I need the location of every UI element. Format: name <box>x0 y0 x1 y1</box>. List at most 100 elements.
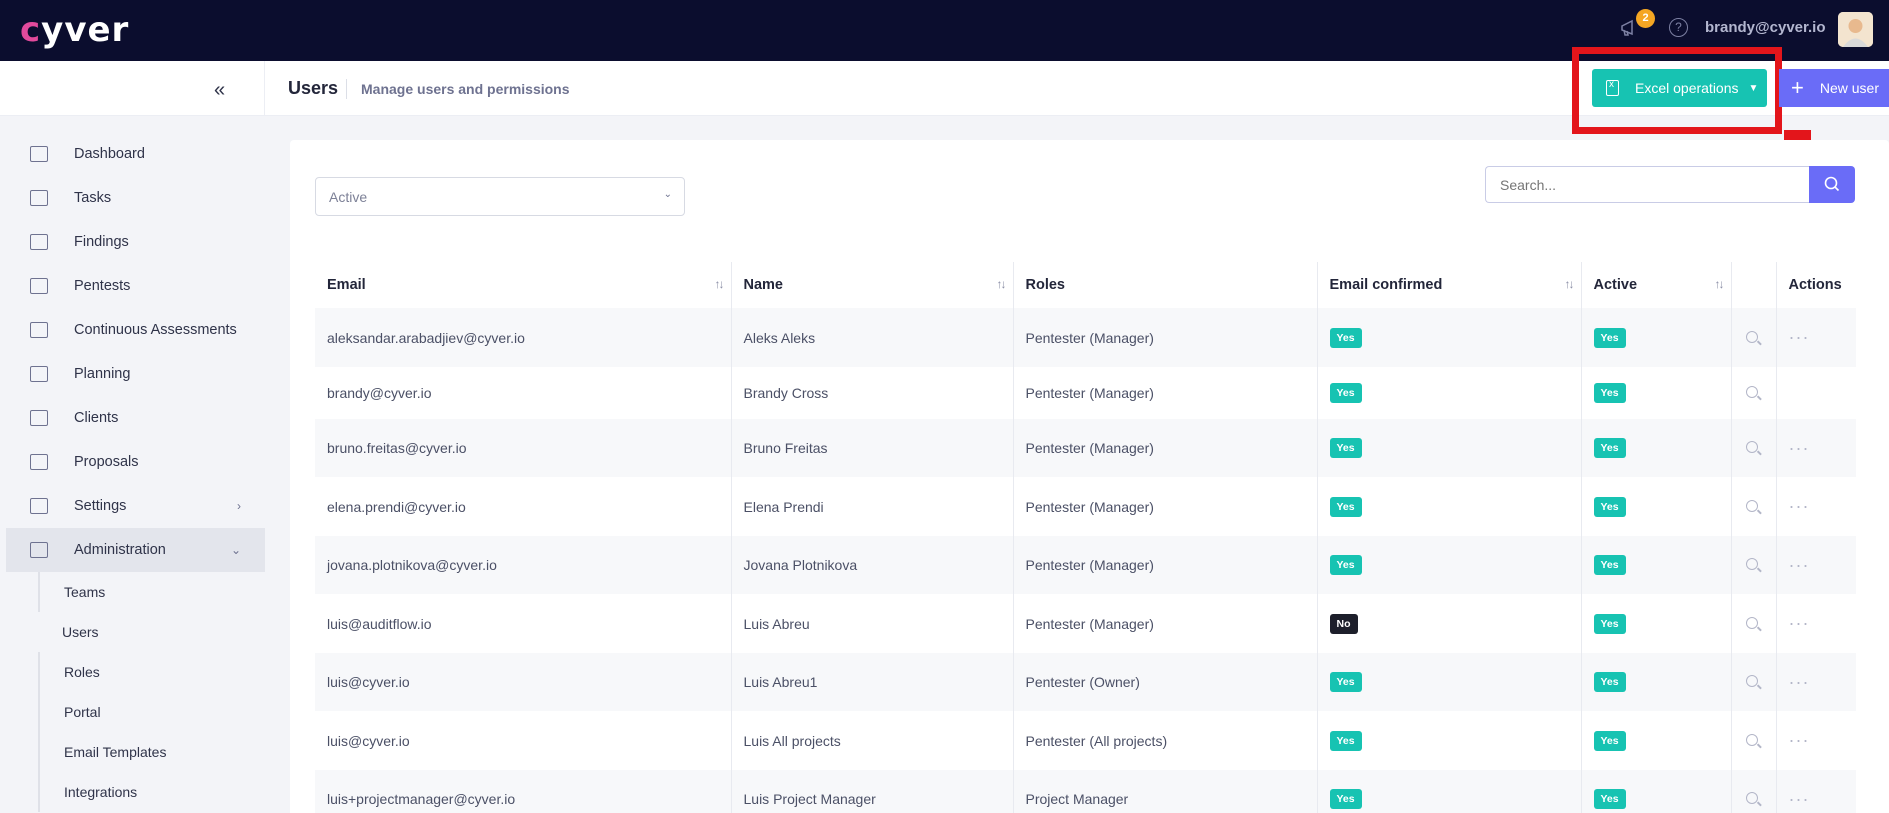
sort-icon[interactable]: ↑↓ <box>1565 277 1575 291</box>
cell-email-confirmed: Yes <box>1317 711 1582 770</box>
cell-name: Luis Abreu <box>731 594 1014 653</box>
more-actions-icon[interactable]: ··· <box>1789 730 1810 750</box>
column-header-name[interactable]: Name ↑↓ <box>731 262 1014 308</box>
cell-actions: ··· <box>1776 536 1856 594</box>
more-actions-icon[interactable]: ··· <box>1789 327 1810 347</box>
column-header-email-confirmed[interactable]: Email confirmed ↑↓ <box>1317 262 1582 308</box>
cell-view <box>1731 419 1777 477</box>
cell-email-confirmed: No <box>1317 594 1582 653</box>
dashboard-icon <box>30 146 48 162</box>
cell-email-confirmed: Yes <box>1317 419 1582 477</box>
cell-email: luis@cyver.io <box>315 711 732 770</box>
status-filter-select[interactable]: Active ⌄ <box>315 177 685 216</box>
sort-icon[interactable]: ↑↓ <box>1715 277 1725 291</box>
cell-actions: ··· <box>1776 477 1856 536</box>
annotation-highlight-box <box>1572 47 1782 134</box>
more-actions-icon[interactable]: ··· <box>1789 438 1810 458</box>
table-row[interactable]: aleksandar.arabadjiev@cyver.io Aleks Ale… <box>315 308 1856 367</box>
status-badge: Yes <box>1329 496 1362 517</box>
column-header-actions: Actions <box>1788 277 1842 293</box>
sidebar-item-dashboard[interactable]: Dashboard <box>6 132 265 176</box>
cell-view <box>1731 711 1777 770</box>
sidebar-subitem-teams[interactable]: Teams <box>38 572 265 612</box>
new-user-button[interactable]: + New user <box>1779 69 1889 107</box>
sort-icon[interactable]: ↑↓ <box>997 277 1007 291</box>
table-header-row: Email ↑↓ Name ↑↓ Roles Email confirmed ↑↓ A… <box>315 262 1856 308</box>
more-actions-icon[interactable]: ··· <box>1789 613 1810 633</box>
cell-name: Bruno Freitas <box>731 419 1014 477</box>
sidebar-item-planning[interactable]: Planning <box>6 352 265 396</box>
sidebar-item-continuous-assessments[interactable]: Continuous Assessments <box>6 308 265 352</box>
cell-role: Pentester (Manager) <box>1013 367 1318 419</box>
column-header-roles: Roles <box>1013 262 1318 308</box>
column-header-view <box>1731 262 1777 308</box>
search-button[interactable] <box>1809 166 1855 203</box>
magnifier-icon[interactable] <box>1745 330 1758 343</box>
table-row[interactable]: brandy@cyver.io Brandy Cross Pentester (… <box>315 367 1856 419</box>
sidebar-subitem-integrations[interactable]: Integrations <box>38 772 265 812</box>
cell-email-confirmed: Yes <box>1317 367 1582 419</box>
sidebar-item-pentests[interactable]: Pentests <box>6 264 265 308</box>
status-badge: Yes <box>1329 327 1362 348</box>
cell-view <box>1731 308 1777 367</box>
sort-icon[interactable]: ↑↓ <box>715 277 725 291</box>
magnifier-icon[interactable] <box>1745 558 1758 570</box>
sidebar-item-clients[interactable]: Clients <box>6 396 265 440</box>
magnifier-icon[interactable] <box>1745 733 1758 746</box>
sidebar-item-proposals[interactable]: Proposals <box>6 440 265 484</box>
cyver-logo[interactable]: cyver <box>20 10 129 50</box>
sidebar-subitem-email-templates[interactable]: Email Templates <box>38 732 265 772</box>
column-header-active[interactable]: Active ↑↓ <box>1581 262 1732 308</box>
magnifier-icon[interactable] <box>1745 499 1758 512</box>
status-badge: Yes <box>1593 730 1626 751</box>
cell-name: Luis Abreu1 <box>731 653 1014 711</box>
sidebar-subitem-roles[interactable]: Roles <box>38 652 265 692</box>
search-input[interactable] <box>1485 166 1810 203</box>
table-row[interactable]: bruno.freitas@cyver.io Bruno Freitas Pen… <box>315 419 1856 477</box>
more-actions-icon[interactable]: ··· <box>1789 496 1810 516</box>
cell-name: Elena Prendi <box>731 477 1014 536</box>
table-row[interactable]: jovana.plotnikova@cyver.io Jovana Plotni… <box>315 536 1856 594</box>
sidebar-item-tasks[interactable]: Tasks <box>6 176 265 220</box>
cell-email: luis+projectmanager@cyver.io <box>315 770 732 813</box>
cell-active: Yes <box>1581 419 1732 477</box>
sidebar-item-settings[interactable]: Settings › <box>6 484 265 528</box>
cell-email: aleksandar.arabadjiev@cyver.io <box>315 308 732 367</box>
status-badge: Yes <box>1329 730 1362 751</box>
gear-icon <box>30 498 48 514</box>
sidebar-item-administration[interactable]: Administration ⌄ <box>6 528 265 572</box>
cell-name: Luis Project Manager <box>731 770 1014 813</box>
avatar[interactable] <box>1838 12 1873 47</box>
more-actions-icon[interactable]: ··· <box>1789 555 1810 575</box>
table-row[interactable]: luis@auditflow.io Luis Abreu Pentester (… <box>315 594 1856 653</box>
magnifier-icon[interactable] <box>1745 441 1758 453</box>
more-actions-icon[interactable]: ··· <box>1789 672 1810 692</box>
collapse-sidebar-icon[interactable]: « <box>214 79 225 102</box>
magnifier-icon[interactable] <box>1745 386 1758 398</box>
cell-view <box>1731 536 1777 594</box>
help-icon[interactable]: ? <box>1669 18 1688 37</box>
chevron-down-icon: ⌄ <box>663 189 672 200</box>
cell-name: Luis All projects <box>731 711 1014 770</box>
column-header-email[interactable]: Email ↑↓ <box>315 262 732 308</box>
shield-icon <box>30 322 48 338</box>
magnifier-icon[interactable] <box>1745 792 1758 804</box>
table-row[interactable]: luis@cyver.io Luis All projects Penteste… <box>315 711 1856 770</box>
table-row[interactable]: luis@cyver.io Luis Abreu1 Pentester (Own… <box>315 653 1856 711</box>
cell-view <box>1731 367 1777 419</box>
status-badge: Yes <box>1329 789 1362 809</box>
cell-active: Yes <box>1581 367 1732 419</box>
sidebar-item-findings[interactable]: Findings <box>6 220 265 264</box>
cell-email: jovana.plotnikova@cyver.io <box>315 536 732 594</box>
magnifier-icon[interactable] <box>1745 675 1758 687</box>
user-email[interactable]: brandy@cyver.io <box>1705 19 1826 36</box>
cell-actions: ··· <box>1776 770 1856 813</box>
table-row[interactable]: elena.prendi@cyver.io Elena Prendi Pente… <box>315 477 1856 536</box>
sidebar-subitem-users[interactable]: Users <box>38 612 265 652</box>
magnifier-icon[interactable] <box>1745 616 1758 629</box>
more-actions-icon[interactable]: ··· <box>1789 789 1810 809</box>
table-row[interactable]: luis+projectmanager@cyver.io Luis Projec… <box>315 770 1856 813</box>
cell-name: Jovana Plotnikova <box>731 536 1014 594</box>
cell-role: Pentester (Owner) <box>1013 653 1318 711</box>
sidebar-subitem-portal[interactable]: Portal <box>38 692 265 732</box>
